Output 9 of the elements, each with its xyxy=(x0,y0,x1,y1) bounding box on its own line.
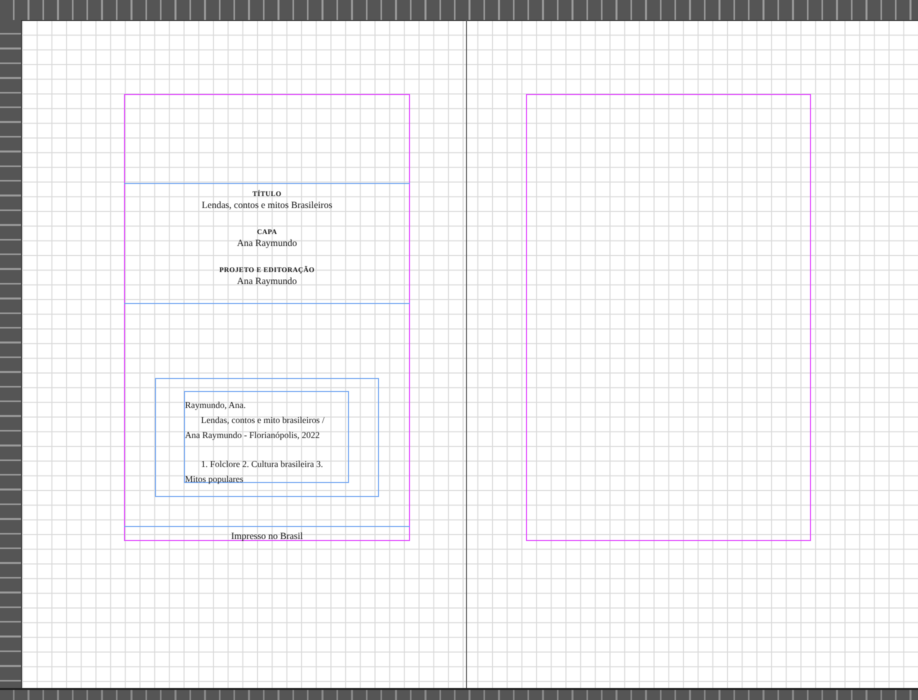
catalog-line: Ana Raymundo - Florianópolis, 2022 xyxy=(185,429,321,442)
catalog-line: 1. Folclore 2. Cultura brasileira 3. xyxy=(200,458,324,471)
catalog-line: Raymundo, Ana. xyxy=(185,399,247,412)
credit-text: Ana Raymundo xyxy=(237,239,297,249)
imprint-text: Impresso no Brasil xyxy=(231,532,303,542)
catalog-line: Lendas, contos e mito brasileiros / xyxy=(200,414,326,427)
catalog-line: Mitos populares xyxy=(185,473,244,486)
credit-text: Lendas, contos e mitos Brasileiros xyxy=(202,201,332,211)
credit-text: Ana Raymundo xyxy=(237,277,297,287)
